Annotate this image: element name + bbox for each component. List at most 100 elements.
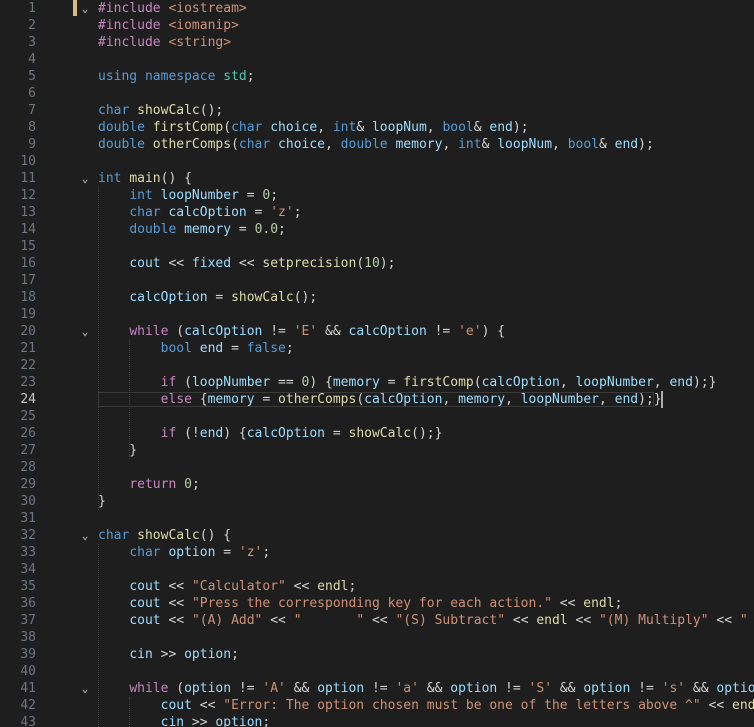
code-line[interactable]: 30} (0, 493, 754, 510)
code-line[interactable]: 7 char showCalc(); (0, 102, 754, 119)
line-code[interactable]: if (loopNumber == 0) {memory = firstComp… (98, 374, 717, 391)
line-code[interactable]: if (!end) {calcOption = showCalc();} (98, 425, 443, 442)
code-token: fixed (191, 256, 232, 271)
code-line[interactable]: 38 (0, 629, 754, 646)
code-editor[interactable]: 1 ⌄ #include <iostream> 2 #include <iomanip>… (0, 0, 754, 727)
code-line[interactable]: 10 (0, 153, 754, 170)
code-line[interactable]: 12 int loopNumber = 0; (0, 187, 754, 204)
code-line[interactable]: 28 (0, 459, 754, 476)
code-token: while (129, 324, 169, 339)
code-line[interactable]: 9 double otherComps(char choice, double m… (0, 136, 754, 153)
code-line[interactable]: 24 else {memory = otherComps(calcOption,… (0, 391, 754, 408)
code-line[interactable]: 33 char option = 'z'; (0, 544, 754, 561)
line-code[interactable]: cin >> option; (98, 646, 239, 663)
line-code[interactable]: while (calcOption != 'E' && calcOption !… (98, 323, 505, 340)
fold-chevron-icon[interactable]: ⌄ (78, 0, 92, 17)
code-token: option (215, 715, 263, 727)
code-line[interactable]: 23 if (loopNumber == 0) {memory = firstC… (0, 374, 754, 391)
code-line[interactable]: 2 #include <iomanip> (0, 17, 754, 34)
code-token: << (231, 256, 263, 271)
code-token: #include (98, 1, 169, 16)
code-token: false (246, 341, 286, 356)
code-line[interactable]: 8 double firstComp(char choice, int& loop… (0, 119, 754, 136)
code-line[interactable]: 1 ⌄ #include <iostream> (0, 0, 754, 17)
line-number: 9 (28, 137, 36, 152)
code-line[interactable]: 3 #include <string> (0, 34, 754, 51)
code-line[interactable]: 19 (0, 306, 754, 323)
line-code[interactable]: char option = 'z'; (98, 544, 270, 561)
code-line[interactable]: 6 (0, 85, 754, 102)
code-line[interactable]: 16 cout << fixed << setprecision(10); (0, 255, 754, 272)
code-line[interactable]: 13 char calcOption = 'z'; (0, 204, 754, 221)
line-code[interactable]: char calcOption = 'z'; (98, 204, 301, 221)
code-line[interactable]: 4 (0, 51, 754, 68)
code-line[interactable]: 35 cout << "Calculator" << endl; (0, 578, 754, 595)
line-code[interactable]: char showCalc() { (98, 527, 231, 544)
code-line[interactable]: 26 if (!end) {calcOption = showCalc();} (0, 425, 754, 442)
code-line[interactable]: 43 cin >> option; (0, 714, 754, 727)
fold-chevron-icon[interactable]: ⌄ (78, 680, 92, 697)
code-line[interactable]: 17 (0, 272, 754, 289)
line-code[interactable]: } (98, 493, 106, 510)
code-line[interactable]: 5 using namespace std; (0, 68, 754, 85)
code-token: ; (285, 341, 294, 356)
code-line[interactable]: 21 bool end = false; (0, 340, 754, 357)
code-token: cin (160, 715, 185, 727)
line-code[interactable]: cout << fixed << setprecision(10); (98, 255, 395, 272)
line-code[interactable]: cin >> option; (98, 714, 271, 727)
line-code[interactable]: cout << "Press the corresponding key for… (98, 595, 622, 612)
code-token: calcOption (129, 290, 208, 305)
code-line[interactable]: 41 ⌄ while (option != 'A' && option != 'a… (0, 680, 754, 697)
code-token: char (98, 103, 130, 118)
line-code[interactable]: #include <iostream> (98, 0, 247, 17)
code-line[interactable]: 27 } (0, 442, 754, 459)
line-code[interactable]: double otherComps(char choice, double me… (98, 136, 654, 153)
code-line[interactable]: 25 (0, 408, 754, 425)
line-code[interactable]: bool end = false; (98, 340, 294, 357)
fold-chevron-icon[interactable]: ⌄ (78, 527, 92, 544)
line-code[interactable]: int main() { (98, 170, 192, 187)
line-code[interactable]: using namespace std; (98, 68, 255, 85)
code-line[interactable]: 15 (0, 238, 754, 255)
code-token: , (317, 120, 333, 135)
code-line[interactable]: 42 cout << "Error: The option chosen mus… (0, 697, 754, 714)
fold-chevron-icon[interactable]: ⌄ (78, 170, 92, 187)
line-code[interactable]: return 0; (98, 476, 199, 493)
code-line[interactable]: 22 (0, 357, 754, 374)
line-code[interactable]: double memory = 0.0; (98, 221, 286, 238)
code-line[interactable]: 36 cout << "Press the corresponding key … (0, 595, 754, 612)
line-code[interactable]: cout << "Error: The option chosen must b… (98, 697, 754, 714)
code-token: != (426, 324, 459, 339)
code-token: , (325, 137, 341, 152)
code-line[interactable]: 37 cout << "(A) Add" << " " << "(S) Subt… (0, 612, 754, 629)
line-code[interactable]: } (98, 442, 137, 459)
line-code[interactable]: cout << "(A) Add" << " " << "(S) Subtrac… (98, 612, 754, 629)
code-line[interactable]: 39 cin >> option; (0, 646, 754, 663)
code-line[interactable]: 11 ⌄ int main() { (0, 170, 754, 187)
line-code[interactable]: calcOption = showCalc(); (98, 289, 317, 306)
line-number: 27 (20, 443, 36, 458)
line-code[interactable]: char showCalc(); (98, 102, 223, 119)
line-code[interactable]: else {memory = otherComps(calcOption, me… (98, 391, 662, 408)
code-token: != (497, 681, 529, 696)
code-line[interactable]: 32 ⌄ char showCalc() { (0, 527, 754, 544)
code-line[interactable]: 40 (0, 663, 754, 680)
line-code[interactable]: #include <iomanip> (98, 17, 239, 34)
fold-chevron-icon[interactable]: ⌄ (78, 323, 92, 340)
line-number: 8 (28, 120, 36, 135)
line-code[interactable]: cout << "Calculator" << endl; (98, 578, 356, 595)
code-line[interactable]: 18 calcOption = showCalc(); (0, 289, 754, 306)
code-line[interactable]: 34 (0, 561, 754, 578)
line-code[interactable]: int loopNumber = 0; (98, 187, 278, 204)
code-line[interactable]: 29 return 0; (0, 476, 754, 493)
code-token: loopNum (371, 120, 427, 135)
line-code[interactable]: #include <string> (98, 34, 231, 51)
line-code[interactable]: double firstComp(char choice, int& loopN… (98, 119, 529, 136)
code-line[interactable]: 31 (0, 510, 754, 527)
code-line[interactable]: 20 ⌄ while (calcOption != 'E' && calcOpti… (0, 323, 754, 340)
code-line[interactable]: 14 double memory = 0.0; (0, 221, 754, 238)
code-token: bool (567, 137, 599, 152)
line-code[interactable]: while (option != 'A' && option != 'a' &&… (98, 680, 754, 697)
